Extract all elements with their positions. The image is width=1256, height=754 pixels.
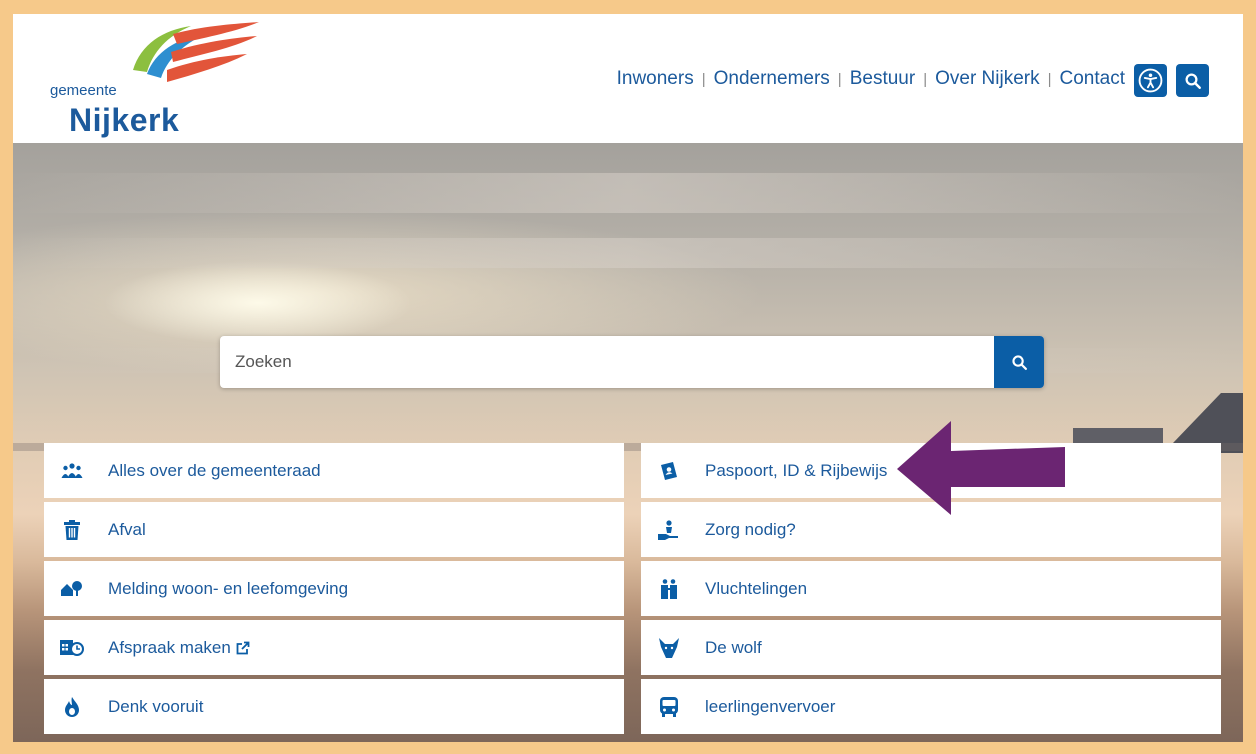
tile-gemeenteraad[interactable]: Alles over de gemeenteraad <box>44 443 624 498</box>
header-search-button[interactable] <box>1176 64 1209 97</box>
search-icon <box>1011 354 1027 370</box>
accessibility-button[interactable] <box>1134 64 1167 97</box>
house-tree-icon <box>60 577 84 601</box>
search-input[interactable] <box>220 336 995 388</box>
nav-separator: | <box>1047 70 1052 88</box>
tile-label: Afval <box>108 519 146 539</box>
logo-text-small: gemeente <box>50 82 117 99</box>
trash-icon <box>60 518 84 542</box>
tile-vluchtelingen[interactable]: Vluchtelingen <box>641 561 1221 616</box>
tile-wolf[interactable]: De wolf <box>641 620 1221 675</box>
tile-denk-vooruit[interactable]: Denk vooruit <box>44 679 624 734</box>
tile-label: De wolf <box>705 637 762 657</box>
bus-icon <box>657 695 681 719</box>
external-link-icon <box>236 641 250 654</box>
tile-label: Melding woon- en leefomgeving <box>108 578 349 598</box>
nav-item-contact[interactable]: Contact <box>1060 68 1125 90</box>
tile-label: leerlingenvervoer <box>705 696 836 716</box>
tile-afval[interactable]: Afval <box>44 502 624 557</box>
tile-label: Zorg nodig? <box>705 519 796 539</box>
nav-item-ondernemers[interactable]: Ondernemers <box>714 68 830 90</box>
annotation-arrow <box>897 421 1065 515</box>
tile-label: Denk vooruit <box>108 696 204 716</box>
tile-leerlingenvervoer[interactable]: leerlingenvervoer <box>641 679 1221 734</box>
flame-icon <box>60 695 84 719</box>
nav-separator: | <box>837 70 842 88</box>
calendar-clock-icon <box>60 636 84 660</box>
search-icon <box>1185 73 1201 89</box>
page-frame: gemeente Nijkerk Inwoners | Ondernemers … <box>13 14 1243 742</box>
tile-label: Paspoort, ID & Rijbewijs <box>705 460 888 480</box>
nav-separator: | <box>923 70 928 88</box>
site-header: gemeente Nijkerk Inwoners | Ondernemers … <box>13 14 1243 143</box>
accessibility-icon <box>1138 68 1163 93</box>
care-hand-icon <box>657 518 681 542</box>
tile-label: Alles over de gemeenteraad <box>108 460 321 480</box>
logo-text-big: Nijkerk <box>69 102 180 138</box>
people-group-icon <box>60 459 84 483</box>
refugees-icon <box>657 577 681 601</box>
hero-cloud <box>13 173 1243 213</box>
tile-melding[interactable]: Melding woon- en leefomgeving <box>44 561 624 616</box>
passport-icon <box>657 459 681 483</box>
tile-label: Afspraak maken <box>108 637 231 657</box>
site-logo[interactable]: gemeente Nijkerk <box>43 22 263 138</box>
hero-cloud <box>13 238 1243 268</box>
hero-search <box>220 336 1044 388</box>
tile-afspraak[interactable]: Afspraak maken <box>44 620 624 675</box>
nav-item-bestuur[interactable]: Bestuur <box>850 68 915 90</box>
tile-label: Vluchtelingen <box>705 578 808 598</box>
nav-item-inwoners[interactable]: Inwoners <box>617 68 694 90</box>
nav-item-over-nijkerk[interactable]: Over Nijkerk <box>935 68 1040 90</box>
search-submit-button[interactable] <box>994 336 1044 388</box>
nav-separator: | <box>701 70 706 88</box>
main-nav: Inwoners | Ondernemers | Bestuur | Over … <box>617 68 1125 90</box>
wolf-icon <box>657 636 681 660</box>
